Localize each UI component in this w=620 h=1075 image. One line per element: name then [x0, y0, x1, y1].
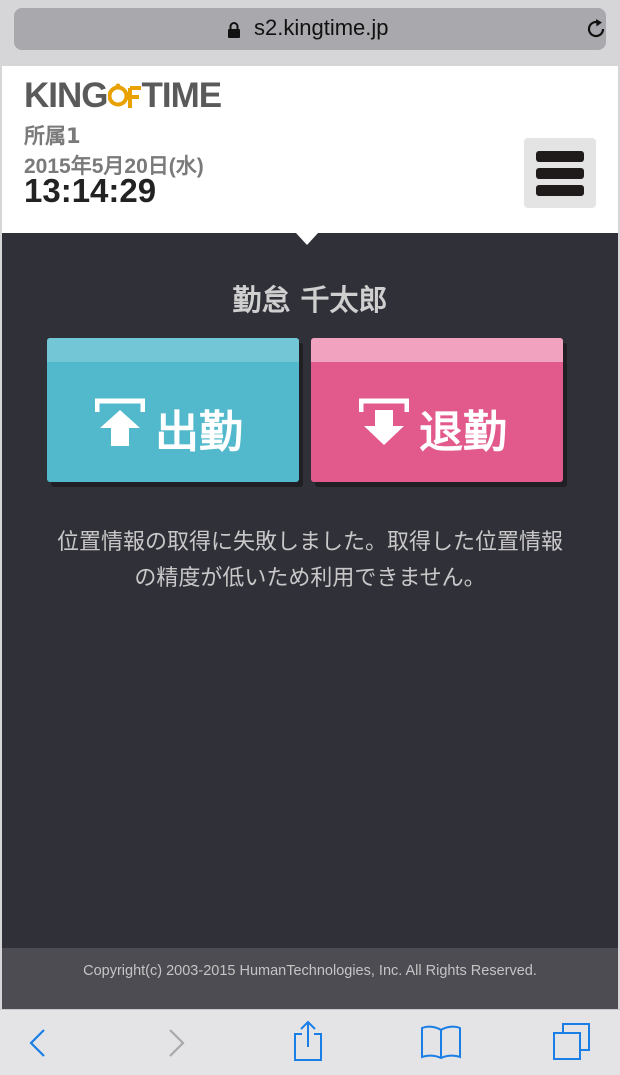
back-icon[interactable]: [26, 1024, 50, 1062]
location-error-message: 位置情報の取得に失敗しました。取得した位置情報 の精度が低いため利用できません。: [56, 530, 563, 591]
tabs-icon[interactable]: [552, 1022, 592, 1062]
main-panel: 勤怠 千太郎 出勤 退勤 位置情報の取得に失敗しました。取得した位置情報 の精度…: [2, 221, 618, 948]
browser-toolbar: [0, 1009, 620, 1075]
arrow-up-icon: [95, 398, 145, 446]
reload-icon[interactable]: [584, 17, 608, 41]
of-emblem-icon: [107, 83, 141, 108]
browser-address-area: s2.kingtime.jp: [0, 0, 620, 66]
header-pointer: [285, 221, 329, 245]
app-header: KING TIME 所属1 2015年5月20日(水) 13:14:29: [2, 66, 618, 224]
url-text: s2.kingtime.jp: [254, 15, 389, 40]
clock-in-button[interactable]: 出勤: [47, 338, 299, 482]
user-name: 勤怠 千太郎: [232, 283, 388, 317]
clock-out-label: 退勤: [419, 407, 507, 458]
lock-icon: [228, 22, 240, 38]
clock-out-button[interactable]: 退勤: [311, 338, 563, 482]
hamburger-menu-button[interactable]: [524, 138, 596, 208]
address-bar[interactable]: s2.kingtime.jp: [14, 8, 606, 50]
king-of-time-logo: KING TIME: [24, 76, 222, 115]
copyright-text: Copyright(c) 2003-2015 HumanTechnologies…: [83, 963, 537, 979]
current-time: 13:14:29: [24, 172, 157, 209]
arrow-down-icon: [359, 398, 409, 445]
forward-icon[interactable]: [164, 1024, 188, 1062]
share-icon[interactable]: [292, 1020, 324, 1062]
clock-in-label: 出勤: [155, 407, 243, 458]
bookmarks-icon[interactable]: [420, 1024, 462, 1060]
page-footer: Copyright(c) 2003-2015 HumanTechnologies…: [2, 948, 618, 1009]
department-label: 所属1: [24, 124, 81, 148]
